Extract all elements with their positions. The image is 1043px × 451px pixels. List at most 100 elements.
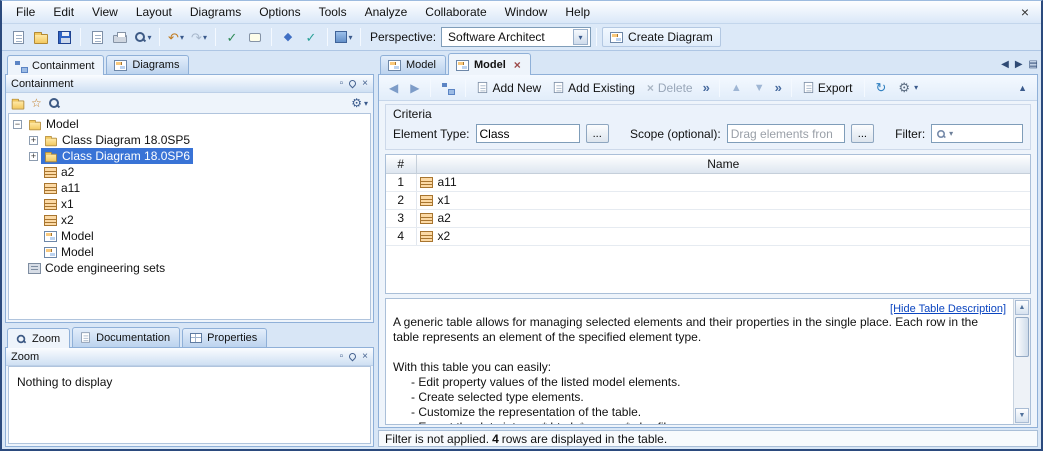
tree-item-class-diagram-sp5[interactable]: + Class Diagram 18.0SP5 (9, 132, 370, 148)
menu-window[interactable]: Window (497, 3, 556, 21)
element-type-browse-button[interactable]: ... (586, 124, 609, 143)
tree-item-model-diagram-1[interactable]: Model (9, 228, 370, 244)
print-button[interactable] (109, 26, 131, 48)
comment-button[interactable] (244, 26, 266, 48)
tab-zoom[interactable]: Zoom (7, 328, 70, 348)
profiles-button[interactable]: ▾ (333, 26, 355, 48)
tree-item-x2[interactable]: x2 (9, 212, 370, 228)
close-icon[interactable]: × (1015, 4, 1035, 20)
containment-options-button[interactable]: ⚙ ▾ (351, 96, 368, 110)
search-icon (936, 129, 946, 139)
move-up-button[interactable]: ▲ (726, 80, 747, 96)
expand-handle-icon[interactable]: + (29, 136, 38, 145)
menu-options[interactable]: Options (251, 3, 308, 21)
table-row[interactable]: 1 a11 (386, 173, 1030, 191)
delete-button[interactable]: × Delete (642, 79, 698, 97)
tab-model-1[interactable]: Model (380, 55, 446, 74)
open-project-button[interactable] (30, 26, 52, 48)
close-panel-icon[interactable]: × (362, 78, 368, 89)
create-diagram-button[interactable]: Create Diagram (602, 27, 721, 47)
previous-tab-icon[interactable]: ◀ (1001, 59, 1009, 70)
tab-documentation[interactable]: Documentation (72, 327, 180, 347)
tab-model-2[interactable]: Model × (448, 53, 531, 75)
scroll-up-button[interactable]: ▲ (1015, 300, 1029, 315)
filter-input[interactable]: ▾ (931, 124, 1023, 143)
collapse-handle-icon[interactable]: − (13, 120, 22, 129)
table-options-button[interactable]: ⚙ ▾ (893, 79, 923, 96)
expand-handle-icon[interactable]: + (29, 152, 38, 161)
table-row[interactable]: 2 x1 (386, 191, 1030, 209)
scope-input[interactable] (727, 124, 845, 143)
menu-help[interactable]: Help (557, 3, 598, 21)
redo-button[interactable]: ↷▾ (188, 26, 210, 48)
export-icon (804, 82, 813, 93)
menu-analyze[interactable]: Analyze (357, 3, 416, 21)
tab-list-icon[interactable]: ▤ (1029, 59, 1038, 70)
table-row[interactable]: 3 a2 (386, 209, 1030, 227)
tree-item-a11[interactable]: a11 (9, 180, 370, 196)
status-row-count: 4 (489, 432, 502, 446)
favorites-star-icon[interactable]: ☆ (31, 97, 42, 109)
tree-item-model-diagram-2[interactable]: Model (9, 244, 370, 260)
class-icon (44, 215, 57, 226)
menu-collaborate[interactable]: Collaborate (417, 3, 494, 21)
element-name[interactable]: a2 (438, 211, 451, 225)
tree-item-model-root[interactable]: − Model (9, 116, 370, 132)
search-icon[interactable] (48, 97, 60, 109)
hide-table-description-link[interactable]: [Hide Table Description] (890, 303, 1006, 315)
open-folder-icon[interactable] (12, 100, 25, 109)
tree-item-x1[interactable]: x1 (9, 196, 370, 212)
menu-diagrams[interactable]: Diagrams (182, 3, 249, 21)
spelling-button[interactable]: ✓ (221, 26, 243, 48)
menu-view[interactable]: View (84, 3, 126, 21)
column-header-number[interactable]: # (386, 155, 416, 173)
close-tab-icon[interactable]: × (514, 58, 521, 72)
undo-button[interactable]: ↶▾ (165, 26, 187, 48)
menu-tools[interactable]: Tools (311, 3, 355, 21)
menu-layout[interactable]: Layout (128, 3, 180, 21)
perspective-select[interactable]: Software Architect ▾ (441, 27, 591, 47)
toolbar-overflow-icon[interactable]: » (700, 80, 713, 95)
import-button[interactable] (86, 26, 108, 48)
element-name[interactable]: x2 (438, 229, 451, 243)
element-name[interactable]: a11 (438, 175, 457, 189)
next-tab-icon[interactable]: ▶ (1015, 59, 1023, 70)
find-button[interactable]: ▾ (132, 26, 154, 48)
gear-icon: ⚙ (898, 81, 910, 94)
tab-properties[interactable]: Properties (182, 328, 267, 347)
menu-file[interactable]: File (8, 3, 43, 21)
scope-browse-button[interactable]: ... (851, 124, 874, 143)
back-button[interactable]: ◀ (384, 79, 403, 97)
element-type-input[interactable] (476, 124, 580, 143)
restore-panel-icon[interactable]: ▫ (340, 351, 344, 362)
element-name[interactable]: x1 (438, 193, 451, 207)
close-panel-icon[interactable]: × (362, 351, 368, 362)
collapse-criteria-button[interactable]: ▲ (1013, 81, 1032, 95)
tab-containment[interactable]: Containment (7, 55, 104, 75)
check-model-button[interactable]: ✓ (300, 26, 322, 48)
export-button[interactable]: Export (798, 79, 858, 97)
tree-item-code-engineering-sets[interactable]: Code engineering sets (9, 260, 370, 276)
new-project-button[interactable] (7, 26, 29, 48)
restore-panel-icon[interactable]: ▫ (340, 78, 344, 89)
description-scrollbar[interactable]: ▲ ▼ (1013, 299, 1030, 424)
forward-button[interactable]: ▶ (405, 79, 424, 97)
pin-icon[interactable] (348, 352, 358, 362)
column-header-name[interactable]: Name (416, 155, 1030, 173)
add-existing-button[interactable]: Add Existing (548, 79, 640, 97)
scroll-down-button[interactable]: ▼ (1015, 408, 1029, 423)
select-in-containment-button[interactable] (437, 80, 459, 96)
refresh-button[interactable]: ↻ (871, 79, 892, 96)
validate-button[interactable]: ◆ (277, 26, 299, 48)
table-row[interactable]: 4 x2 (386, 227, 1030, 245)
tree-item-class-diagram-sp6[interactable]: + Class Diagram 18.0SP6 (9, 148, 370, 164)
save-button[interactable] (53, 26, 75, 48)
toolbar-overflow-icon[interactable]: » (772, 80, 785, 95)
scrollbar-thumb[interactable] (1015, 317, 1029, 357)
pin-icon[interactable] (348, 79, 358, 89)
move-down-button[interactable]: ▼ (749, 80, 770, 96)
menu-edit[interactable]: Edit (45, 3, 82, 21)
tab-diagrams[interactable]: Diagrams (106, 55, 189, 74)
tree-item-a2[interactable]: a2 (9, 164, 370, 180)
add-new-button[interactable]: Add New (472, 79, 546, 97)
